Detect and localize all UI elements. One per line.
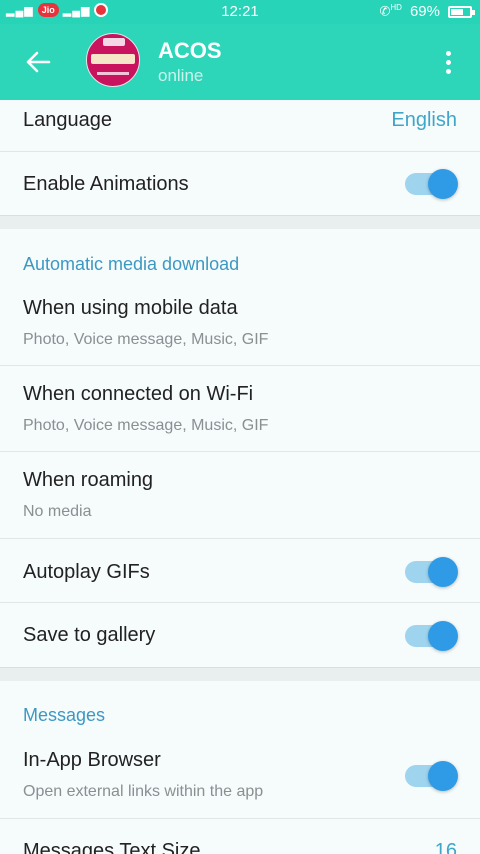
arrow-left-icon xyxy=(26,51,51,73)
avatar-graphic xyxy=(103,38,125,46)
avatar[interactable] xyxy=(86,33,140,87)
enable-animations-row[interactable]: Enable Animations xyxy=(0,152,480,215)
roaming-label: When roaming xyxy=(23,469,154,491)
settings-list[interactable]: Language English Enable Animations Autom… xyxy=(0,100,480,854)
save-to-gallery-label: Save to gallery xyxy=(23,624,156,646)
text-size-value: 16 xyxy=(434,840,457,854)
autoplay-gifs-toggle[interactable] xyxy=(405,557,458,587)
overflow-menu-icon[interactable] xyxy=(436,46,460,78)
wifi-sub: Photo, Voice message, Music, GIF xyxy=(23,417,269,434)
media-download-title: Automatic media download xyxy=(23,254,240,274)
menu-dot xyxy=(445,59,451,65)
enable-animations-toggle[interactable] xyxy=(405,169,458,199)
battery-icon xyxy=(448,6,475,18)
in-app-browser-toggle[interactable] xyxy=(405,761,458,791)
language-value: English xyxy=(391,109,457,131)
wifi-row[interactable]: When connected on Wi-Fi Photo, Voice mes… xyxy=(0,366,480,452)
section-divider xyxy=(0,215,480,229)
roaming-row[interactable]: When roaming No media xyxy=(0,452,480,539)
text-size-label: Messages Text Size xyxy=(23,840,201,854)
media-download-section: Automatic media download When using mobi… xyxy=(0,229,480,667)
status-right: ✆HD 69% xyxy=(379,3,475,20)
general-section: Language English Enable Animations xyxy=(0,100,480,215)
language-row[interactable]: Language English xyxy=(0,100,480,152)
battery-fill xyxy=(451,9,463,15)
save-to-gallery-toggle[interactable] xyxy=(405,621,458,651)
autoplay-gifs-row[interactable]: Autoplay GIFs xyxy=(0,539,480,603)
in-app-browser-sub: Open external links within the app xyxy=(23,783,264,800)
save-to-gallery-row[interactable]: Save to gallery xyxy=(0,603,480,667)
media-download-header: Automatic media download xyxy=(0,229,480,281)
volte-call-icon: ✆HD xyxy=(379,3,402,19)
avatar-graphic xyxy=(91,54,135,64)
menu-dot xyxy=(445,50,451,56)
language-label: Language xyxy=(23,109,112,131)
avatar-graphic xyxy=(97,72,129,75)
app-bar: ACOS online xyxy=(0,24,480,100)
in-app-browser-label: In-App Browser xyxy=(23,749,161,771)
mobile-data-label: When using mobile data xyxy=(23,297,238,319)
back-button[interactable] xyxy=(20,44,56,80)
section-divider xyxy=(0,667,480,681)
messages-header: Messages xyxy=(0,681,480,733)
wifi-label: When connected on Wi-Fi xyxy=(23,383,254,405)
in-app-browser-row[interactable]: In-App Browser Open external links withi… xyxy=(0,733,480,819)
mobile-data-row[interactable]: When using mobile data Photo, Voice mess… xyxy=(0,281,480,366)
menu-dot xyxy=(445,68,451,74)
text-size-row[interactable]: Messages Text Size 16 xyxy=(0,819,480,854)
battery-percent: 69% xyxy=(409,3,440,20)
roaming-sub: No media xyxy=(23,503,92,520)
messages-title: Messages xyxy=(23,705,106,725)
enable-animations-label: Enable Animations xyxy=(23,173,189,195)
chat-status: online xyxy=(158,66,204,85)
hd-label: HD xyxy=(390,3,402,13)
chat-title[interactable]: ACOS xyxy=(158,38,222,64)
autoplay-gifs-label: Autoplay GIFs xyxy=(23,561,150,583)
status-bar: ▂▄▆ Jio ▂▄▆ 12:21 ✆HD 69% xyxy=(0,0,480,24)
mobile-data-sub: Photo, Voice message, Music, GIF xyxy=(23,331,269,348)
messages-section: Messages In-App Browser Open external li… xyxy=(0,681,480,854)
